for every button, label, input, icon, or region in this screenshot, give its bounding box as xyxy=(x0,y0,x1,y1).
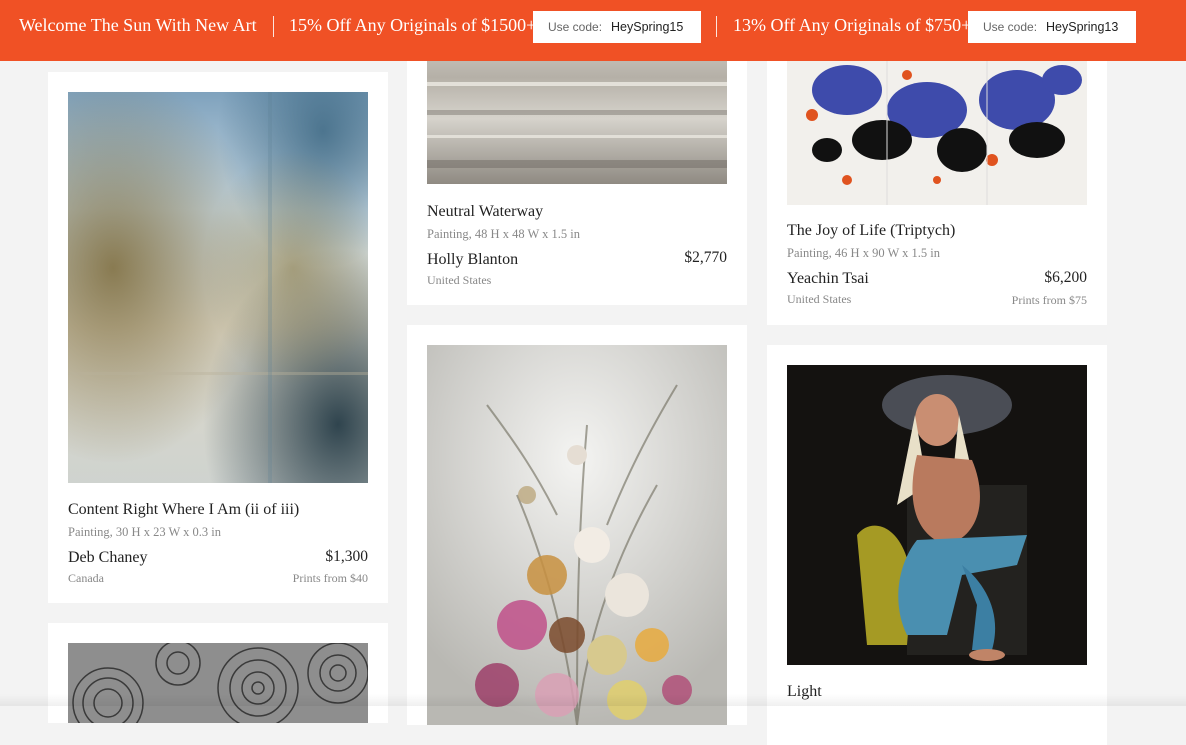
promo1-code: HeySpring15 xyxy=(611,20,684,34)
promo2-code: HeySpring13 xyxy=(1046,20,1119,34)
artwork-card[interactable]: Light xyxy=(767,345,1107,745)
artwork-price: $6,200 xyxy=(1044,269,1087,286)
artwork-title[interactable]: The Joy of Life (Triptych) xyxy=(787,222,955,240)
figure-painting-image xyxy=(787,365,1087,665)
banner-welcome-text[interactable]: Welcome The Sun With New Art xyxy=(19,15,257,36)
artist-name[interactable]: Holly Blanton xyxy=(427,251,518,269)
artist-name[interactable]: Yeachin Tsai xyxy=(787,270,869,288)
artist-country: Canada xyxy=(68,571,104,585)
banner-promo2-text: 13% Off Any Originals of $750+ xyxy=(733,15,972,35)
spiral-drawing-image xyxy=(68,643,368,723)
abstract-painting-image xyxy=(68,92,368,483)
artwork-image[interactable] xyxy=(427,345,727,725)
artwork-meta: Painting, 46 H x 90 W x 1.5 in xyxy=(787,246,941,260)
artwork-price: $1,300 xyxy=(325,548,368,565)
promo2-code-label: Use code: xyxy=(983,20,1038,34)
promo2-code-box[interactable]: Use code: HeySpring13 xyxy=(968,11,1136,43)
banner-divider xyxy=(716,16,717,37)
artwork-price: $2,770 xyxy=(684,249,727,266)
promo-banner: Welcome The Sun With New Art 15% Off Any… xyxy=(0,0,1186,61)
prints-link[interactable]: Prints from $40 xyxy=(293,571,368,586)
artwork-card[interactable]: Content Right Where I Am (ii of iii) Pai… xyxy=(48,72,388,603)
artwork-image[interactable] xyxy=(68,643,368,723)
artwork-meta: Painting, 30 H x 23 W x 0.3 in xyxy=(68,525,222,539)
bottom-shadow xyxy=(0,694,1186,706)
artwork-card[interactable] xyxy=(407,325,747,725)
artwork-card[interactable]: The Joy of Life (Triptych) Painting, 46 … xyxy=(767,20,1107,325)
artwork-title[interactable]: Neutral Waterway xyxy=(427,203,543,221)
prints-link[interactable]: Prints from $75 xyxy=(1012,293,1087,308)
artist-country: United States xyxy=(787,292,852,306)
promo1-code-label: Use code: xyxy=(548,20,603,34)
banner-promo1-text: 15% Off Any Originals of $1500+ xyxy=(289,15,537,35)
artwork-title[interactable]: Content Right Where I Am (ii of iii) xyxy=(68,501,299,519)
artist-name[interactable]: Deb Chaney xyxy=(68,549,148,567)
artwork-card[interactable]: Neutral Waterway Painting, 48 H x 48 W x… xyxy=(407,20,747,305)
artwork-image[interactable] xyxy=(787,365,1087,665)
promo1-code-box[interactable]: Use code: HeySpring15 xyxy=(533,11,701,43)
artist-country: United States xyxy=(427,273,492,287)
floral-artwork-image xyxy=(427,345,727,725)
artwork-image[interactable] xyxy=(68,92,368,483)
banner-divider xyxy=(273,16,274,37)
artwork-meta: Painting, 48 H x 48 W x 1.5 in xyxy=(427,227,581,241)
artwork-card[interactable] xyxy=(48,623,388,723)
